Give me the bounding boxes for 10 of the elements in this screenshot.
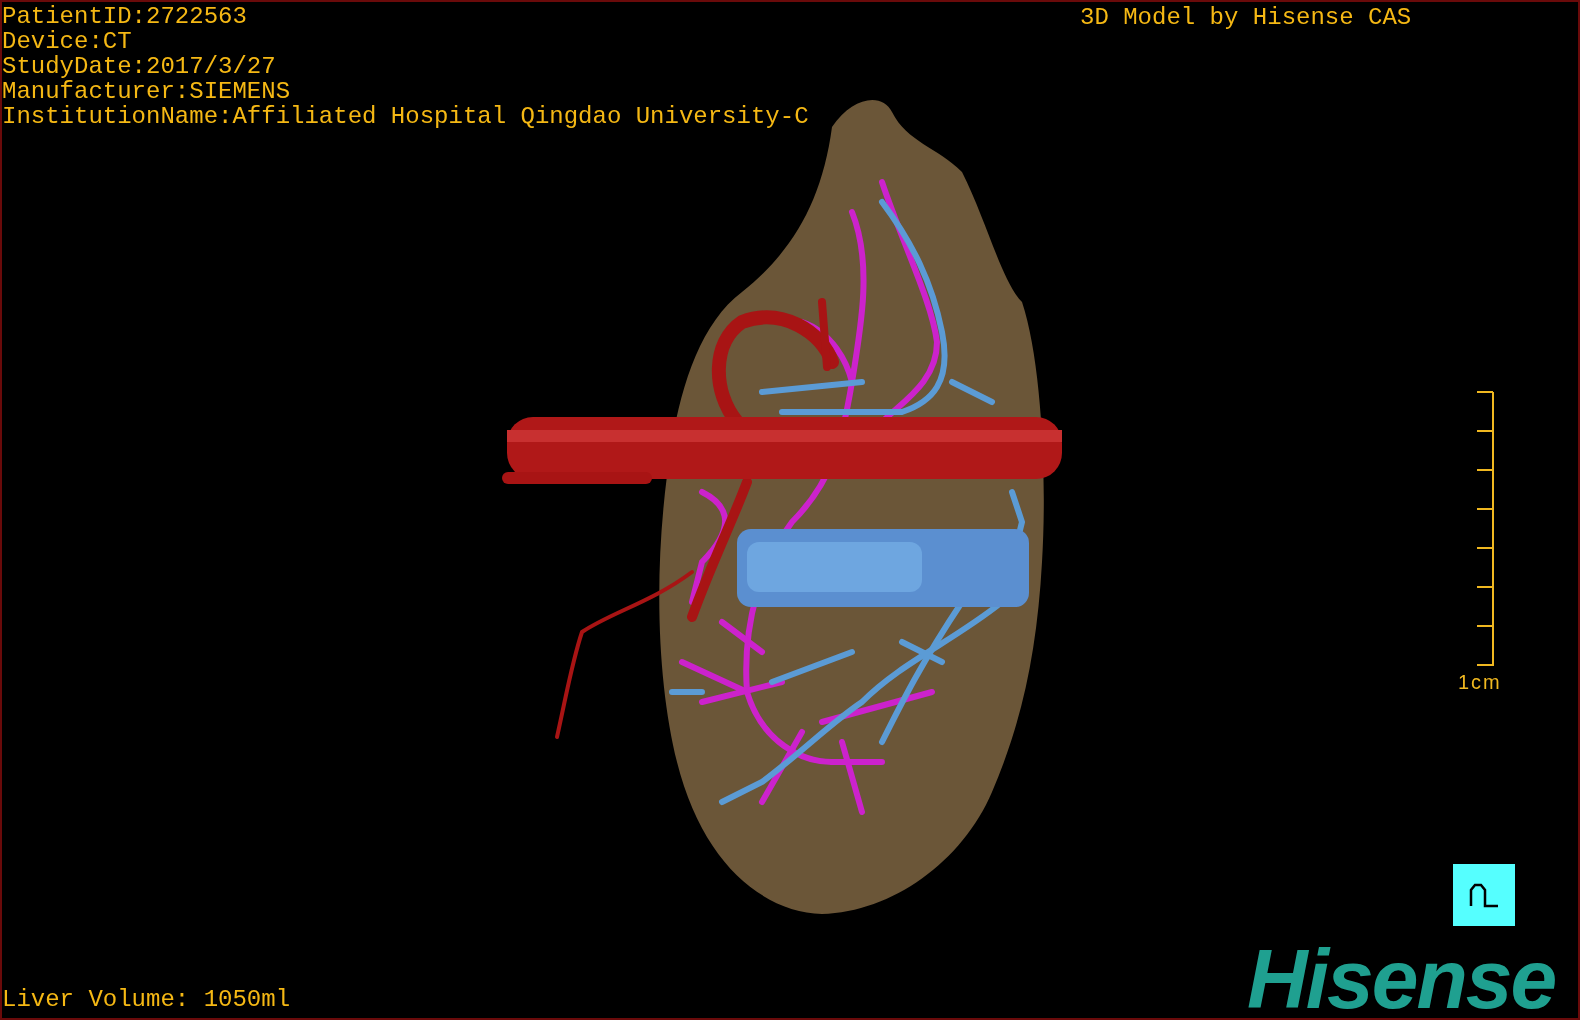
patient-info-line: InstitutionName:Affiliated Hospital Qingdao University-C — [2, 104, 809, 129]
model-credit: 3D Model by Hisense CAS — [1080, 5, 1412, 30]
patient-info-line: Device:CT — [2, 29, 133, 54]
brand-logo: Hisense — [1247, 937, 1556, 1018]
patient-info-line: Manufacturer:SIEMENS — [2, 79, 292, 104]
patient-info-line: StudyDate:2017/3/27 — [2, 54, 277, 79]
scale-label: 1cm — [1458, 671, 1502, 694]
liver-volume: Liver Volume: 1050ml — [2, 987, 291, 1012]
tool-button[interactable] — [1453, 864, 1515, 926]
patient-info-line: PatientID:2722563 — [2, 4, 248, 29]
